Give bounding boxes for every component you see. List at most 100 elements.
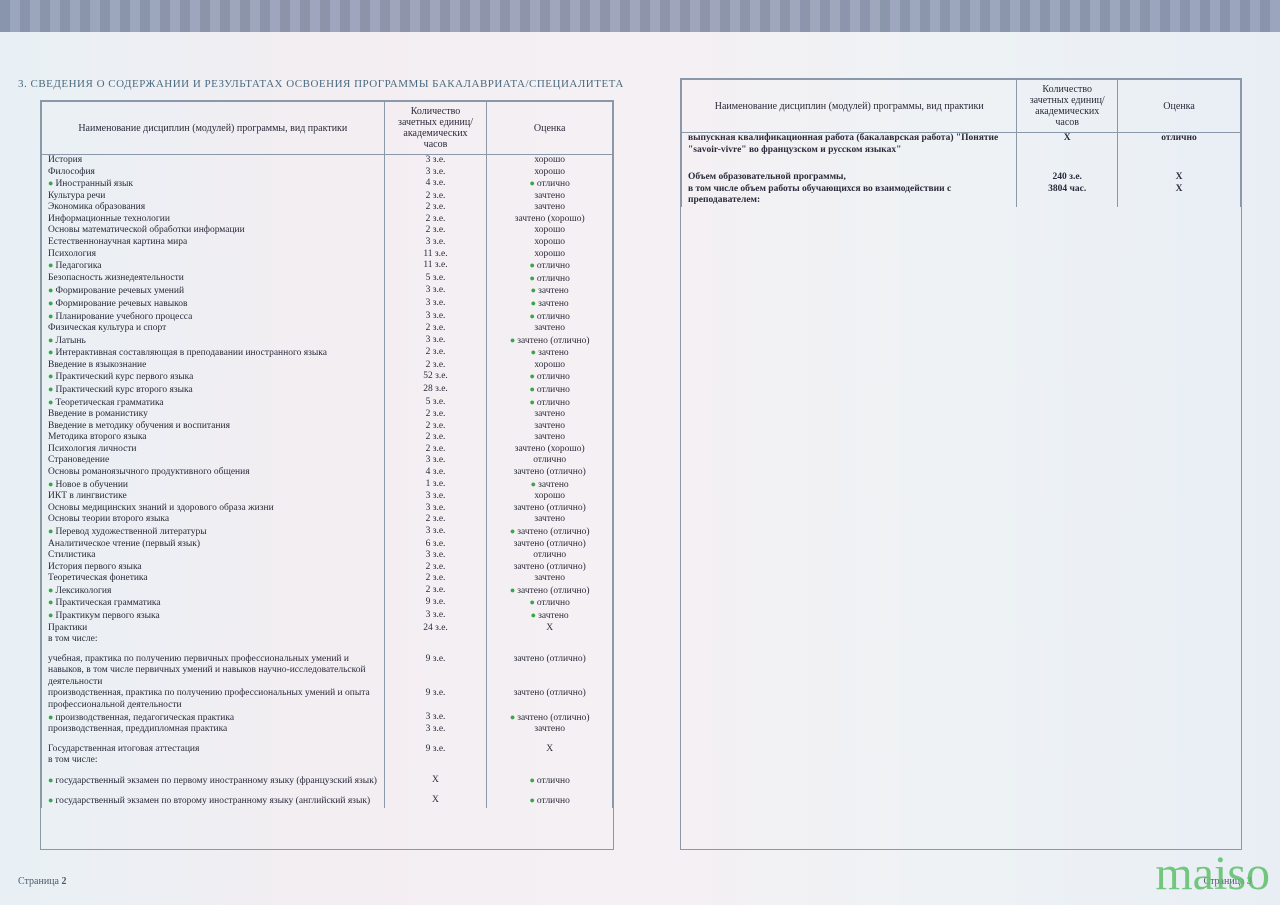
grade-value: зачтено (отлично) (487, 562, 613, 574)
discipline-name: Естественнонаучная картина мира (42, 237, 385, 249)
credits-value: X (384, 775, 487, 788)
credits-value: 6 з.е. (384, 539, 487, 551)
discipline-name: ●Перевод художественной литературы (42, 526, 385, 539)
grade-value: отлично (1118, 133, 1241, 157)
discipline-name: Государственная итоговая аттестация (42, 744, 385, 756)
grade-value: ●зачтено (отлично) (487, 585, 613, 598)
table-row (42, 646, 613, 654)
discipline-name: Практики (42, 623, 385, 635)
credits-value: 52 з.е. (384, 371, 487, 384)
discipline-name: ●Интерактивная составляющая в преподаван… (42, 347, 385, 360)
discipline-name: ●Практический курс первого языка (42, 371, 385, 384)
discipline-name: Экономика образования (42, 202, 385, 214)
grade-value: зачтено (отлично) (487, 503, 613, 515)
table-row: ●государственный экзамен по второму инос… (42, 795, 613, 808)
table-row: производственная, преддипломная практика… (42, 724, 613, 736)
discipline-name: Психология (42, 249, 385, 261)
credits-value: 2 з.е. (384, 202, 487, 214)
discipline-name: Объем образовательной программы, (682, 172, 1017, 184)
grade-value: зачтено (хорошо) (487, 214, 613, 226)
table-row: Безопасность жизнедеятельности5 з.е.●отл… (42, 273, 613, 286)
credits-value: 3 з.е. (384, 503, 487, 515)
grade-value: хорошо (487, 155, 613, 167)
section-title: 3. СВЕДЕНИЯ О СОДЕРЖАНИИ И РЕЗУЛЬТАТАХ О… (18, 78, 624, 90)
transcript-right-table: Наименование дисциплин (модулей) програм… (681, 79, 1241, 207)
table-row: Философия3 з.е.хорошо (42, 167, 613, 179)
discipline-name: ●Практическая грамматика (42, 597, 385, 610)
table-row: выпускная квалификационная работа (бакал… (682, 133, 1241, 157)
table-row: ●Планирование учебного процесса3 з.е.●от… (42, 311, 613, 324)
grade-value: ●зачтено (487, 479, 613, 492)
discipline-name: История первого языка (42, 562, 385, 574)
decorative-top-border (0, 0, 1280, 32)
table-row: Естественнонаучная картина мира3 з.е.хор… (42, 237, 613, 249)
grade-value: хорошо (487, 237, 613, 249)
table-row: в том числе: (42, 755, 613, 767)
grade-value: ●зачтено (487, 285, 613, 298)
table-row: ●производственная, педагогическая практи… (42, 712, 613, 725)
grade-value: зачтено (отлично) (487, 688, 613, 711)
discipline-name: Основы романоязычного продуктивного обще… (42, 467, 385, 479)
discipline-name: в том числе: (42, 634, 385, 646)
discipline-name: ●государственный экзамен по первому инос… (42, 775, 385, 788)
grade-value: зачтено (хорошо) (487, 444, 613, 456)
table-row: Теоретическая фонетика2 з.е.зачтено (42, 573, 613, 585)
table-row (42, 767, 613, 775)
discipline-name: ●Новое в обучении (42, 479, 385, 492)
credits-value: 2 з.е. (384, 444, 487, 456)
discipline-name: ИКТ в лингвистике (42, 491, 385, 503)
discipline-name: ●Планирование учебного процесса (42, 311, 385, 324)
credits-value: 28 з.е. (384, 384, 487, 397)
grade-value: зачтено (487, 724, 613, 736)
header-discipline: Наименование дисциплин (модулей) програм… (42, 102, 385, 155)
transcript-left-panel: Наименование дисциплин (модулей) програм… (40, 100, 614, 850)
table-row: Психология личности2 з.е.зачтено (хорошо… (42, 444, 613, 456)
discipline-name: ●Практический курс второго языка (42, 384, 385, 397)
table-row: Основы медицинских знаний и здорового об… (42, 503, 613, 515)
credits-value: 3804 час. (1017, 184, 1118, 207)
discipline-name: в том числе: (42, 755, 385, 767)
table-row: Стилистика3 з.е.отлично (42, 550, 613, 562)
discipline-name: ●Педагогика (42, 260, 385, 273)
table-row: ●Формирование речевых умений3 з.е.●зачте… (42, 285, 613, 298)
credits-value: 3 з.е. (384, 335, 487, 348)
table-row: в том числе объем работы обучающихся во … (682, 184, 1241, 207)
table-row: История3 з.е.хорошо (42, 155, 613, 167)
table-row: ●Педагогика11 з.е.●отлично (42, 260, 613, 273)
table-row (682, 156, 1241, 164)
credits-value: 3 з.е. (384, 724, 487, 736)
grade-value: ●отлично (487, 311, 613, 324)
table-row: ●Практическая грамматика9 з.е.●отлично (42, 597, 613, 610)
grade-value: хорошо (487, 167, 613, 179)
table-row: в том числе: (42, 634, 613, 646)
discipline-name: Методика второго языка (42, 432, 385, 444)
discipline-name: Аналитическое чтение (первый язык) (42, 539, 385, 551)
discipline-name: Основы математической обработки информац… (42, 225, 385, 237)
discipline-name: производственная, практика по получению … (42, 688, 385, 711)
grade-value: X (487, 623, 613, 635)
credits-value: 2 з.е. (384, 573, 487, 585)
grade-value: отлично (487, 455, 613, 467)
discipline-name: ●Теоретическая грамматика (42, 397, 385, 410)
discipline-name: Введение в романистику (42, 409, 385, 421)
credits-value: 2 з.е. (384, 191, 487, 203)
table-row: Экономика образования2 з.е.зачтено (42, 202, 613, 214)
credits-value: 1 з.е. (384, 479, 487, 492)
credits-value: 11 з.е. (384, 260, 487, 273)
credits-value: 9 з.е. (384, 688, 487, 711)
grade-value: зачтено (отлично) (487, 539, 613, 551)
discipline-name: Физическая культура и спорт (42, 323, 385, 335)
discipline-name: ●Лексикология (42, 585, 385, 598)
discipline-name: Введение в методику обучения и воспитани… (42, 421, 385, 433)
table-row: ●государственный экзамен по первому инос… (42, 775, 613, 788)
header-discipline-r: Наименование дисциплин (модулей) програм… (682, 80, 1017, 133)
table-row: Практики24 з.е.X (42, 623, 613, 635)
table-row: учебная, практика по получению первичных… (42, 654, 613, 689)
discipline-name: Стилистика (42, 550, 385, 562)
grade-value: зачтено (отлично) (487, 467, 613, 479)
grade-value: ●отлично (487, 384, 613, 397)
table-row: ●Интерактивная составляющая в преподаван… (42, 347, 613, 360)
table-row: Информационные технологии2 з.е.зачтено (… (42, 214, 613, 226)
table-row: ●Формирование речевых навыков3 з.е.●зачт… (42, 298, 613, 311)
table-row: Методика второго языка2 з.е.зачтено (42, 432, 613, 444)
